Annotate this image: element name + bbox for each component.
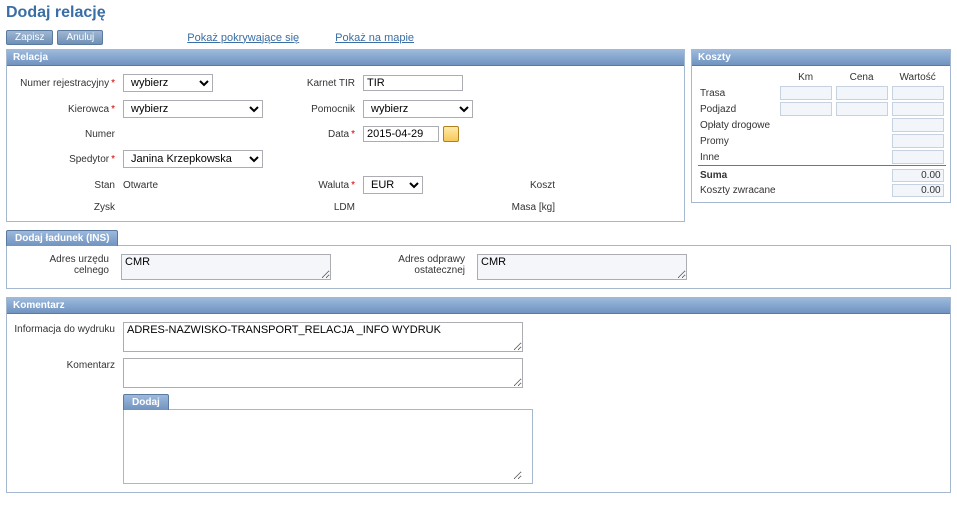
comment-panel: Komentarz Informacja do wydruku Komentar… [6, 297, 951, 493]
col-price: Cena [834, 70, 890, 85]
label-spedytor: Spedytor [13, 154, 123, 165]
label-profit: Zysk [13, 202, 123, 213]
label-number: Numer [13, 129, 123, 140]
costs-header: Koszty [692, 50, 950, 66]
label-driver: Kierowca [13, 104, 123, 115]
costs-table: Km Cena Wartość Trasa Podjazd [698, 70, 946, 198]
karnet-input[interactable] [363, 75, 463, 91]
col-value: Wartość [890, 70, 946, 85]
comment-input[interactable] [123, 358, 523, 388]
trasa-value[interactable] [892, 86, 944, 100]
podjazd-value[interactable] [892, 102, 944, 116]
label-currency: Waluta [283, 180, 363, 191]
row-promy-label: Promy [698, 133, 778, 149]
row-trasa-label: Trasa [698, 85, 778, 101]
reg-no-select[interactable]: wybierz [123, 74, 213, 92]
status-value: Otwarte [123, 180, 283, 191]
label-masa: Masa [kg] [483, 202, 563, 213]
customs-final-input[interactable] [477, 254, 687, 280]
trasa-km[interactable] [780, 86, 832, 100]
toolbar: Zapisz Anuluj Pokaż pokrywające się Poka… [0, 30, 957, 49]
calendar-icon[interactable] [443, 126, 459, 142]
oplaty-value[interactable] [892, 118, 944, 132]
podjazd-price[interactable] [836, 102, 888, 116]
cargo-panel: Adres urzędu celnego Adres odprawy ostat… [6, 245, 951, 289]
label-status: Stan [13, 180, 123, 191]
label-customs-final: Adres odprawy ostatecznej [349, 254, 469, 276]
save-button[interactable]: Zapisz [6, 30, 53, 45]
inne-value[interactable] [892, 150, 944, 164]
returned-value: 0.00 [892, 184, 944, 197]
add-cargo-tab[interactable]: Dodaj ładunek (INS) [6, 230, 118, 246]
costs-panel: Koszty Km Cena Wartość Trasa [691, 49, 951, 203]
label-karnet: Karnet TIR [283, 78, 363, 89]
print-info-input[interactable] [123, 322, 523, 352]
col-km: Km [778, 70, 834, 85]
customs-office-input[interactable] [121, 254, 331, 280]
label-ldm: LDM [283, 202, 363, 213]
label-koszt: Koszt [483, 180, 563, 191]
show-overlapping-link[interactable]: Pokaż pokrywające się [187, 32, 299, 44]
currency-select[interactable]: EUR [363, 176, 423, 194]
row-podjazd-label: Podjazd [698, 101, 778, 117]
label-comment: Komentarz [13, 358, 123, 371]
relation-panel: Relacja Numer rejestracyjny wybierz Karn… [6, 49, 685, 222]
returned-label: Koszty zwracane [698, 183, 778, 198]
label-date: Data [283, 129, 363, 140]
helper-select[interactable]: wybierz [363, 100, 473, 118]
page-title: Dodaj relację [0, 0, 957, 30]
label-reg-no: Numer rejestracyjny [13, 78, 123, 89]
trasa-price[interactable] [836, 86, 888, 100]
driver-select[interactable]: wybierz [123, 100, 263, 118]
comment-list-box[interactable] [124, 410, 522, 480]
label-print-info: Informacja do wydruku [13, 322, 123, 335]
comment-header: Komentarz [7, 298, 950, 314]
label-helper: Pomocnik [283, 104, 363, 115]
sum-label: Suma [698, 166, 778, 184]
podjazd-km[interactable] [780, 102, 832, 116]
promy-value[interactable] [892, 134, 944, 148]
row-oplaty-label: Opłaty drogowe [698, 117, 778, 133]
show-on-map-link[interactable]: Pokaż na mapie [335, 32, 414, 44]
spedytor-select[interactable]: Janina Krzepkowska [123, 150, 263, 168]
date-input[interactable] [363, 126, 439, 142]
row-inne-label: Inne [698, 149, 778, 166]
label-customs-office: Adres urzędu celnego [13, 254, 113, 276]
add-comment-button[interactable]: Dodaj [123, 394, 169, 410]
cancel-button[interactable]: Anuluj [57, 30, 103, 45]
relation-header: Relacja [7, 50, 684, 66]
sum-value: 0.00 [892, 169, 944, 182]
